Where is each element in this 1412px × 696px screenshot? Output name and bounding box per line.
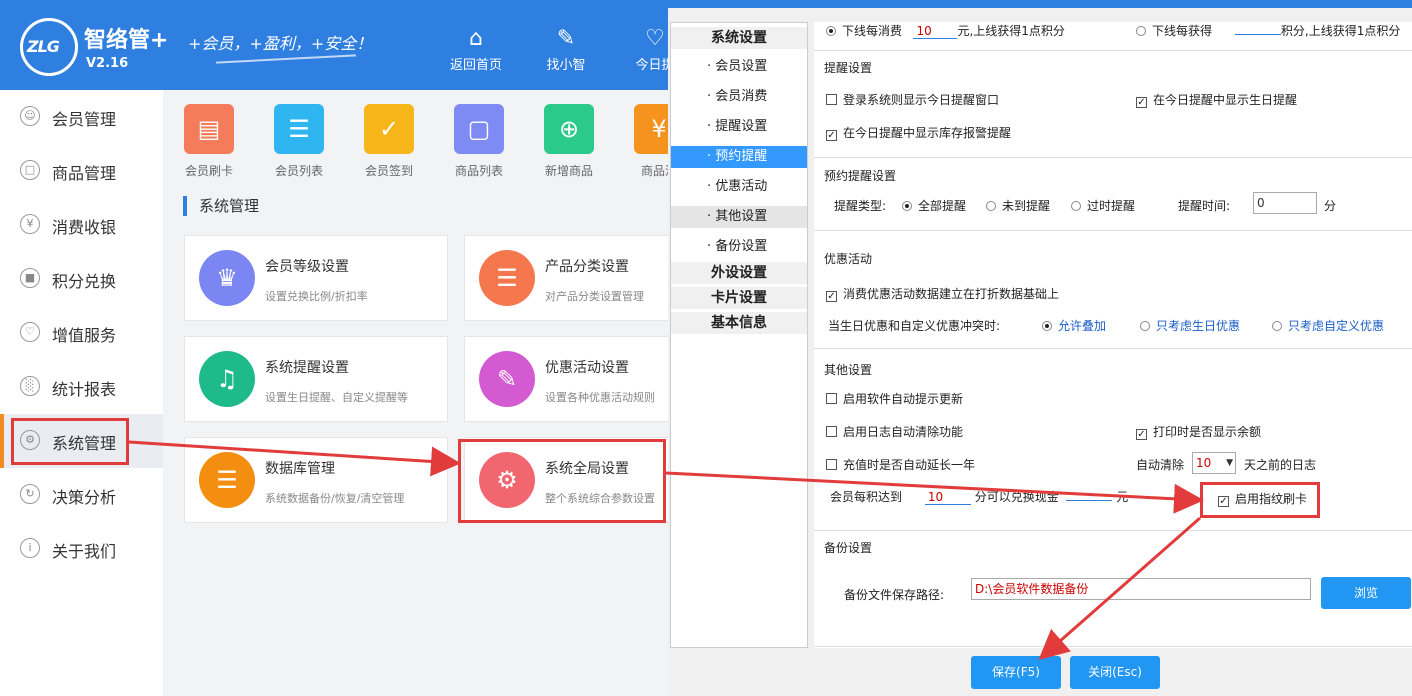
arrow-to-global-settings [128,440,461,477]
arrow-to-save [1038,516,1201,660]
arrow-to-fingerprint [665,471,1204,514]
annotation-arrows [128,440,1204,660]
